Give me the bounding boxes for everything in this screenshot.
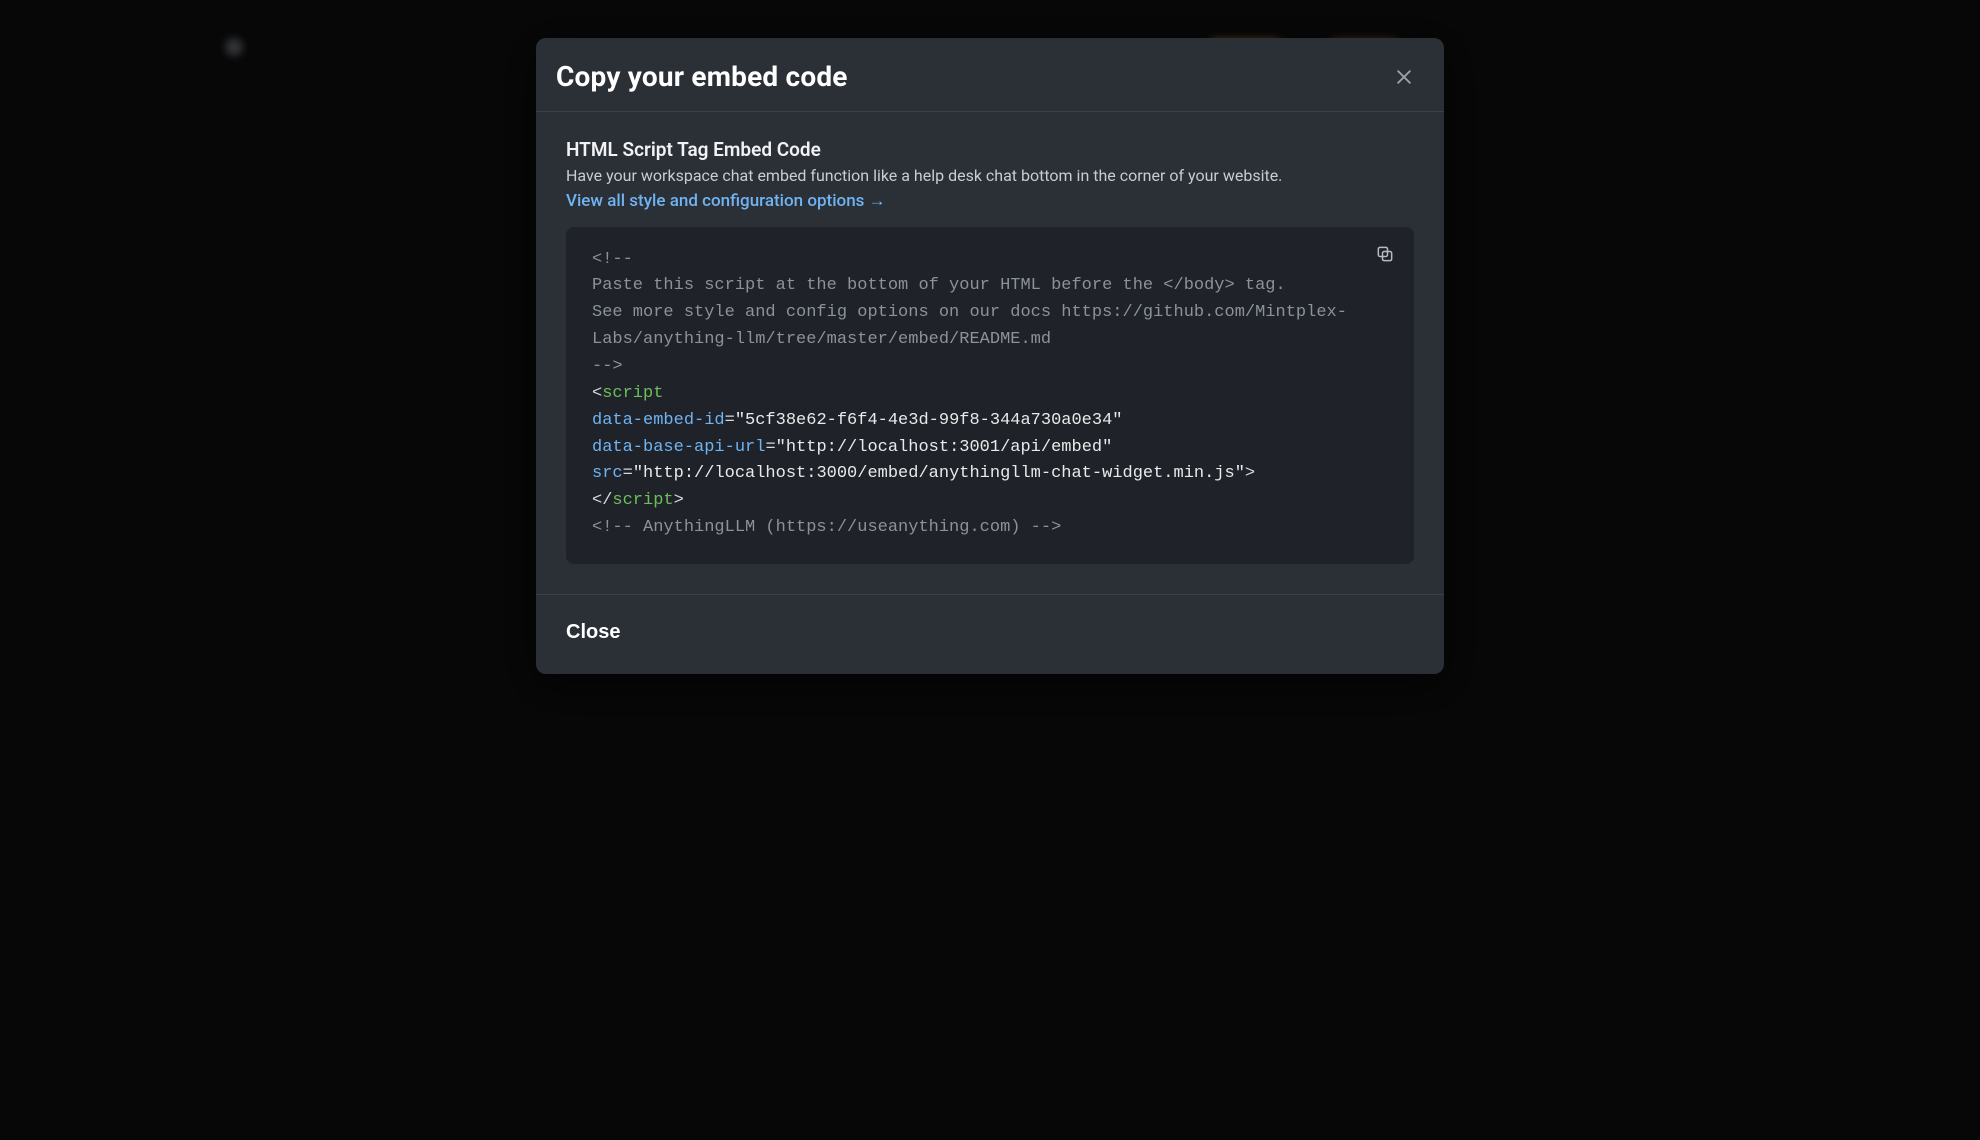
code-block: <!-- Paste this script at the bottom of … [566,227,1414,564]
config-options-link[interactable]: View all style and configuration options… [566,191,886,211]
modal-footer: Close [536,594,1444,674]
code-punct: > [674,491,684,510]
code-comment-line: Paste this script at the bottom of your … [592,276,1286,295]
modal-overlay: Copy your embed code HTML Script Tag Emb… [0,0,1980,1140]
section-description: Have your workspace chat embed function … [566,165,1414,187]
code-comment-line: See more style and config options on our… [592,303,1347,349]
code-str: "http://localhost:3001/api/embed" [776,438,1113,457]
code-punct: = [623,464,633,483]
code-comment-close: --> [592,357,623,376]
code-attr: data-base-api-url [592,438,765,457]
close-button[interactable]: Close [566,621,620,644]
close-icon[interactable] [1390,63,1418,91]
code-attr: data-embed-id [592,411,725,430]
modal-title: Copy your embed code [556,60,848,93]
code-punct: > [1245,464,1255,483]
code-str: "http://localhost:3000/embed/anythingllm… [633,464,1245,483]
config-options-link-text: View all style and configuration options… [566,191,886,211]
code-attr: src [592,464,623,483]
section-title: HTML Script Tag Embed Code [566,138,1414,161]
code-punct: = [725,411,735,430]
embed-code-modal: Copy your embed code HTML Script Tag Emb… [536,38,1444,674]
copy-icon[interactable] [1372,241,1398,267]
code-comment-open: <!-- [592,250,633,269]
code-tag: script [602,384,663,403]
modal-header: Copy your embed code [536,38,1444,112]
code-tag: script [612,491,673,510]
code-punct: < [592,384,602,403]
code-trailing-comment: <!-- AnythingLLM (https://useanything.co… [592,518,1061,537]
code-punct: </ [592,491,612,510]
code-content[interactable]: <!-- Paste this script at the bottom of … [592,247,1388,542]
modal-body: HTML Script Tag Embed Code Have your wor… [536,112,1444,594]
code-punct: = [765,438,775,457]
code-str: "5cf38e62-f6f4-4e3d-99f8-344a730a0e34" [735,411,1123,430]
